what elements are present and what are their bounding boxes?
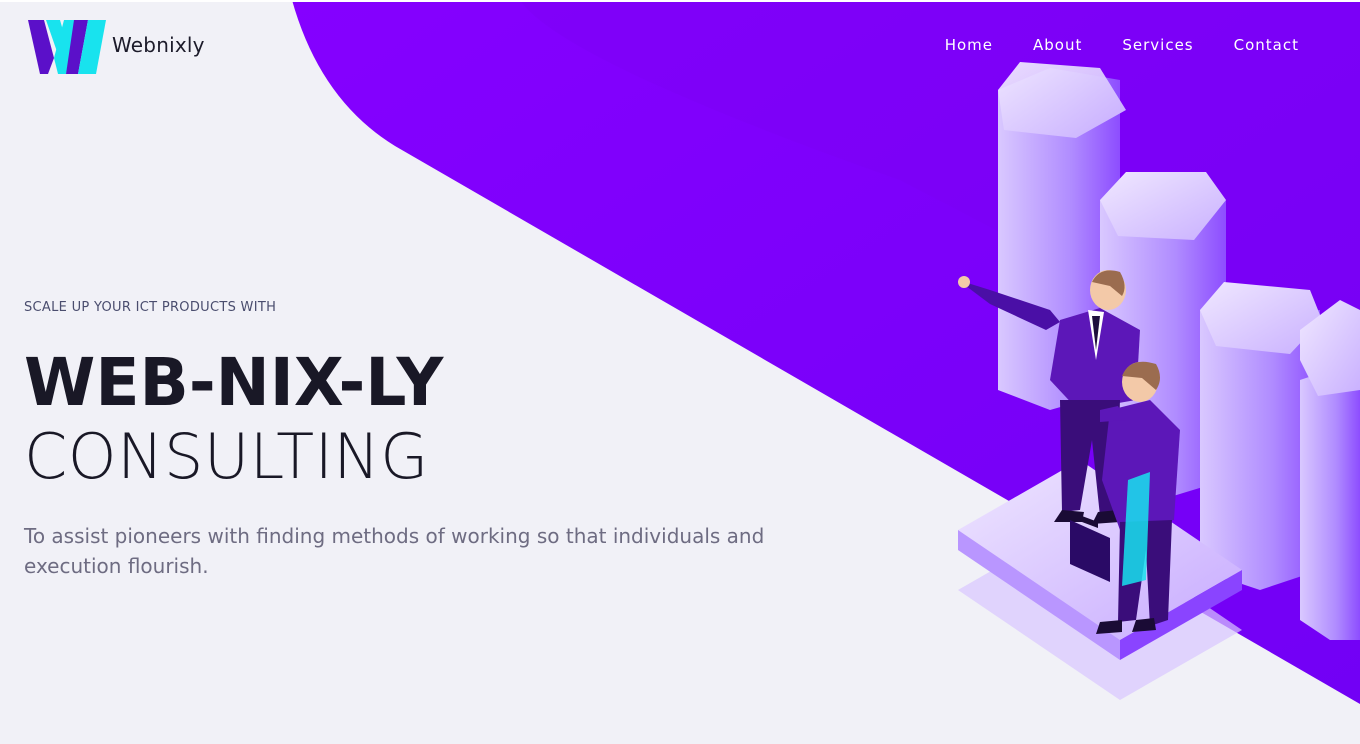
nav-contact[interactable]: Contact — [1234, 36, 1299, 54]
nav-about[interactable]: About — [1033, 36, 1082, 54]
hero-title-light: CONSULTING — [24, 421, 784, 493]
top-border — [0, 0, 1360, 2]
hero-description: To assist pioneers with finding methods … — [24, 524, 765, 578]
brand-name: Webnixly — [112, 33, 205, 57]
nav-home[interactable]: Home — [945, 36, 993, 54]
w-logo-icon — [28, 20, 106, 74]
businessmen-illustration — [958, 62, 1360, 700]
hero-title-bold: WEB-NIX-LY — [24, 344, 444, 421]
main-nav: Home About Services Contact — [945, 36, 1299, 54]
hero-section: SCALE UP YOUR ICT PRODUCTS WITH WEB-NIX-… — [24, 300, 784, 581]
hero-title-light-text: CONSULTING — [24, 420, 429, 493]
chart-pillar-4 — [1300, 300, 1360, 640]
hero-eyebrow: SCALE UP YOUR ICT PRODUCTS WITH — [24, 300, 277, 315]
brand-logo[interactable]: Webnixly — [28, 18, 205, 74]
landing-page: Webnixly Home About Services Contact SCA… — [0, 0, 1360, 744]
nav-services[interactable]: Services — [1122, 36, 1193, 54]
